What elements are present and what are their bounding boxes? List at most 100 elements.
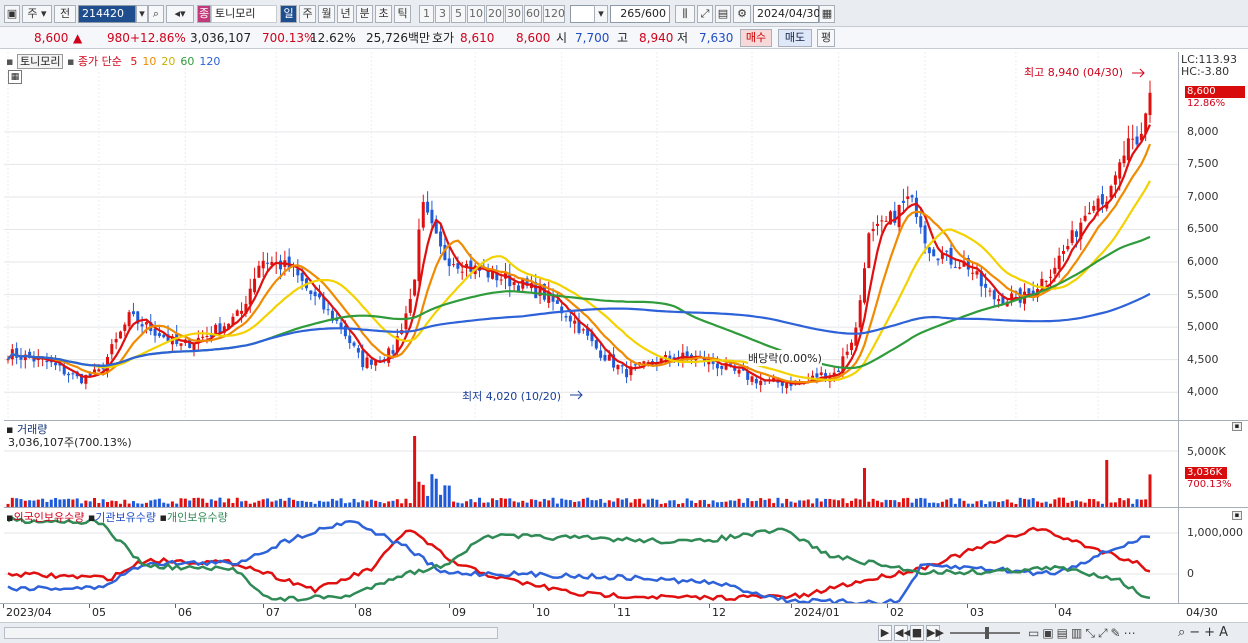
candle-body <box>971 272 975 274</box>
price-chart-pane[interactable] <box>4 52 1178 420</box>
interval-button[interactable]: 5 <box>451 5 466 23</box>
candle-body <box>815 373 819 378</box>
period-tab[interactable]: 틱 <box>394 5 411 23</box>
price-axis-tick: 6,500 <box>1187 222 1219 236</box>
stock-code-dropdown-icon[interactable]: ▾ <box>136 5 148 23</box>
stock-name-field[interactable]: 토니모리 <box>211 5 277 23</box>
institution-holdings-line <box>7 520 1151 606</box>
legend-ma-period: 5 <box>130 55 138 68</box>
candle-body <box>992 290 996 300</box>
gear-icon[interactable]: ⚙ <box>733 5 751 23</box>
high-price: 8,940 <box>639 31 674 45</box>
price-axis-tick: 6,000 <box>1187 255 1219 269</box>
count-display[interactable]: 265/600 <box>610 5 670 23</box>
candle-body <box>1044 281 1048 283</box>
candle-body <box>945 250 949 252</box>
candle-body <box>131 311 135 315</box>
x-axis-tick-mark <box>263 604 264 608</box>
scroll-right-icon[interactable]: ▶ <box>878 625 892 641</box>
volume-bar <box>421 484 425 508</box>
chart-tools-icons[interactable]: ▭▣▤▥⤡⤢✎⋯ <box>1028 626 1139 641</box>
save-icon[interactable]: ▤ <box>715 5 731 23</box>
candle-body <box>1074 231 1078 237</box>
pane-close-icon[interactable]: ▪ <box>1232 422 1242 431</box>
candle-body <box>447 258 451 267</box>
legend-ma-period: 20 <box>161 55 176 68</box>
price-axis-tick: 8,000 <box>1187 124 1219 138</box>
candle-body <box>352 342 356 346</box>
interval-button[interactable]: 1 <box>419 5 434 23</box>
candle-body <box>555 300 559 304</box>
candle-body <box>499 279 503 281</box>
sell-button[interactable]: 매도 <box>778 29 812 47</box>
chart-window-icon[interactable]: ▣ <box>4 5 20 23</box>
period-tab[interactable]: 월 <box>318 5 335 23</box>
candle-body <box>1066 246 1070 250</box>
market-type-select[interactable]: 주 ▾ <box>22 5 52 23</box>
table-view-icon[interactable]: ▦ <box>8 70 22 84</box>
stop-icon[interactable]: ■ <box>910 625 924 641</box>
price-axis: LC:113.93 HC:-3.80 8,600 12.86% 8,000 7,5… <box>1178 52 1248 420</box>
legend-ma-period: 60 <box>180 55 195 68</box>
x-axis-tick-mark <box>967 604 968 608</box>
candle-body <box>573 320 577 324</box>
x-axis-tick-mark <box>89 604 90 608</box>
buy-button[interactable]: 매수 <box>740 29 772 47</box>
search-icon[interactable]: ⌕ <box>148 5 164 23</box>
volume-tag: 3,036K <box>1185 467 1227 479</box>
holdings-axis-tick: 1,000,000 <box>1187 526 1243 539</box>
candle-type-icon[interactable]: ⫼ <box>675 5 695 23</box>
open-label: 시 <box>556 31 568 45</box>
ma-line-20 <box>7 180 1151 382</box>
legend-square-icon: ▪ <box>159 511 167 524</box>
count-combo-dropdown-icon[interactable]: ▾ <box>594 5 608 23</box>
candle-body <box>348 335 352 344</box>
candle-body <box>837 370 841 373</box>
interval-button[interactable]: 10 <box>467 5 485 23</box>
stock-code-input[interactable]: 214420 <box>78 5 136 23</box>
candle-body <box>1100 194 1104 205</box>
dividend-annotation: 배당락(0.00%) <box>748 350 822 366</box>
candle-body <box>819 372 823 376</box>
candle-body <box>162 334 166 338</box>
candle-body <box>123 324 127 331</box>
candle-body <box>460 271 464 273</box>
fast-forward-icon[interactable]: ▶▶ <box>926 625 944 641</box>
period-tab[interactable]: 초 <box>375 5 392 23</box>
volume-bar <box>863 468 866 508</box>
prev-button[interactable]: 전 <box>54 5 76 23</box>
low-label: 저 <box>677 31 689 45</box>
rewind-icon[interactable]: ◀◀ <box>894 625 912 641</box>
speaker-icon[interactable]: ◂▾ <box>166 5 194 23</box>
high-arrow-icon <box>1132 68 1145 78</box>
x-axis-tick-mark <box>175 604 176 608</box>
interval-button[interactable]: 3 <box>435 5 450 23</box>
candle-body <box>300 272 304 281</box>
period-tab[interactable]: 분 <box>356 5 373 23</box>
horizontal-scrollbar[interactable] <box>4 627 498 639</box>
candle-body <box>607 354 611 361</box>
period-tab[interactable]: 주 <box>299 5 316 23</box>
interval-button[interactable]: 60 <box>524 5 542 23</box>
interval-button[interactable]: 20 <box>486 5 504 23</box>
evaluate-button[interactable]: 평 <box>817 29 835 47</box>
period-tab[interactable]: 년 <box>337 5 354 23</box>
candle-body <box>361 350 365 368</box>
period-tab[interactable]: 일 <box>280 5 297 23</box>
candle-body <box>1122 155 1126 164</box>
volume-pane[interactable] <box>4 420 1178 508</box>
pane-close-icon[interactable]: ▪ <box>1232 511 1242 520</box>
volume-bar <box>417 481 421 508</box>
zoom-slider-handle[interactable] <box>985 627 989 639</box>
interval-button[interactable]: 120 <box>543 5 565 23</box>
current-price-tag: 8,600 <box>1185 86 1245 98</box>
candle-body <box>850 342 854 351</box>
date-input[interactable]: 2024/04/30 <box>753 5 820 23</box>
bid-label: 호가 <box>432 31 455 45</box>
interval-button[interactable]: 30 <box>505 5 523 23</box>
draw-tool-icon[interactable]: ⤢ <box>697 5 713 23</box>
candle-body <box>901 200 905 203</box>
zoom-controls-icons[interactable]: ⌕−+A <box>1178 625 1232 640</box>
calendar-icon[interactable]: ▦ <box>819 5 835 23</box>
candle-body <box>218 323 222 334</box>
